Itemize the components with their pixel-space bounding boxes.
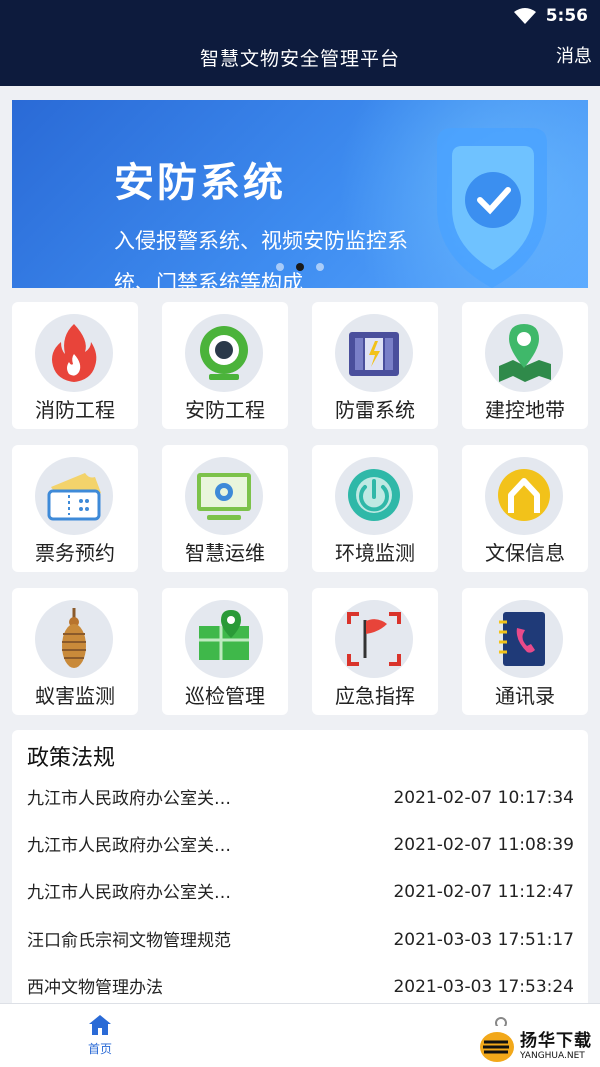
policy-section: 政策法规 九江市人民政府办公室关… 2021-02-07 10:17:34 九江… (12, 730, 588, 1020)
fire-icon (52, 324, 97, 382)
camera-icon (200, 326, 248, 380)
map-pin-icon (499, 324, 551, 382)
tile-label: 通讯录 (495, 684, 555, 708)
status-time: 5:56 (545, 6, 588, 26)
list-item-title: 西冲文物管理办法 (27, 978, 163, 997)
list-item[interactable]: 九江市人民政府办公室关… 2021-02-07 11:08:39 (27, 831, 574, 855)
list-item-title: 汪口俞氏宗祠文物管理规范 (27, 931, 231, 950)
nav-home[interactable]: 首页 (78, 1014, 122, 1057)
list-item[interactable]: 西冲文物管理办法 2021-03-03 17:53:24 (27, 973, 574, 997)
map-check-icon (199, 610, 249, 660)
list-item-date: 2021-03-03 17:53:24 (393, 977, 574, 997)
banner-title: 安防系统 (114, 160, 286, 206)
carousel-dot-active[interactable] (296, 263, 304, 271)
tile-environment-monitoring[interactable]: 环境监测 (312, 445, 438, 572)
list-item[interactable]: 九江市人民政府办公室关… 2021-02-07 10:17:34 (27, 784, 574, 808)
arch-icon (498, 469, 550, 521)
watermark-text: 扬华下载 (520, 1030, 592, 1051)
wifi-icon (513, 8, 536, 24)
banner-carousel[interactable]: 安防系统 入侵报警系统、视频安防监控系统、门禁系统等构成 (12, 100, 588, 288)
header-bar: 5:56 智慧文物安全管理平台 消息 (0, 0, 600, 86)
tile-emergency-command[interactable]: 应急指挥 (312, 588, 438, 715)
tile-fire-engineering[interactable]: 消防工程 (12, 302, 138, 429)
list-item[interactable]: 九江市人民政府办公室关… 2021-02-07 11:12:47 (27, 878, 574, 902)
tile-label: 智慧运维 (185, 541, 265, 565)
tile-label: 防雷系统 (335, 398, 415, 422)
carousel-dot[interactable] (316, 263, 324, 271)
termite-icon (62, 608, 86, 668)
power-icon (348, 469, 400, 521)
tile-label: 蚁害监测 (35, 684, 115, 708)
carousel-dots (12, 263, 588, 271)
list-item-date: 2021-02-07 11:08:39 (393, 835, 574, 855)
tile-smart-maintenance[interactable]: 智慧运维 (162, 445, 288, 572)
tile-label: 消防工程 (35, 398, 115, 422)
banner-description: 入侵报警系统、视频安防监控系统、门禁系统等构成 (114, 229, 408, 288)
nav-home-label: 首页 (87, 1042, 112, 1056)
tile-patrol-management[interactable]: 巡检管理 (162, 588, 288, 715)
lightning-icon (349, 332, 399, 376)
list-item-date: 2021-03-03 17:51:17 (393, 930, 574, 950)
watermark: 扬华下载 YANGHUA.NET (472, 1026, 600, 1067)
list-item-date: 2021-02-07 11:12:47 (393, 882, 574, 902)
watermark-logo-icon (480, 1031, 514, 1062)
carousel-dot[interactable] (276, 263, 284, 271)
tile-construction-zone[interactable]: 建控地带 (462, 302, 588, 429)
list-item-title: 九江市人民政府办公室关… (27, 883, 231, 902)
tile-label: 建控地带 (485, 398, 565, 422)
page-title: 智慧文物安全管理平台 (199, 48, 400, 70)
tile-termite-monitoring[interactable]: 蚁害监测 (12, 588, 138, 715)
function-grid: 消防工程 安防工程 防雷系统 建控地带 票务预约 智慧运维 环境监测 文保信息 (12, 302, 588, 715)
tile-contacts[interactable]: 通讯录 (462, 588, 588, 715)
message-button[interactable]: 消息 (556, 42, 592, 68)
flag-icon (347, 612, 401, 666)
tile-label: 安防工程 (185, 398, 265, 422)
watermark-url: YANGHUA.NET (520, 1050, 585, 1061)
tile-label: 文保信息 (485, 541, 565, 565)
list-item[interactable]: 汪口俞氏宗祠文物管理规范 2021-03-03 17:51:17 (27, 926, 574, 950)
tile-lightning-protection[interactable]: 防雷系统 (312, 302, 438, 429)
ticket-icon (47, 473, 101, 521)
status-bar: 5:56 (513, 4, 588, 28)
home-icon (89, 1015, 111, 1035)
tile-label: 环境监测 (335, 541, 415, 565)
list-item-title: 九江市人民政府办公室关… (27, 789, 231, 808)
monitor-gear-icon (197, 473, 251, 520)
tile-label: 应急指挥 (335, 684, 415, 708)
list-item-date: 2021-02-07 10:17:34 (393, 788, 574, 808)
tile-heritage-info[interactable]: 文保信息 (462, 445, 588, 572)
tile-label: 巡检管理 (185, 684, 265, 708)
list-item-title: 九江市人民政府办公室关… (27, 836, 231, 855)
tile-label: 票务预约 (35, 541, 115, 565)
section-title: 政策法规 (27, 746, 116, 771)
phone-book-icon (499, 612, 545, 666)
tile-ticket-booking[interactable]: 票务预约 (12, 445, 138, 572)
tile-security-engineering[interactable]: 安防工程 (162, 302, 288, 429)
